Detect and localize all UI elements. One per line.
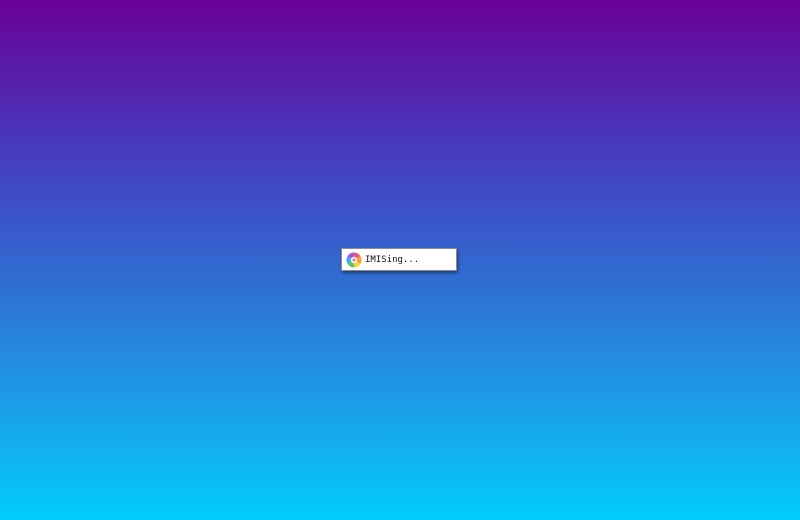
imising-logo-icon — [346, 252, 362, 268]
loading-splash-window: IMISing... — [341, 248, 457, 271]
splash-loading-text: IMISing... — [365, 254, 420, 265]
